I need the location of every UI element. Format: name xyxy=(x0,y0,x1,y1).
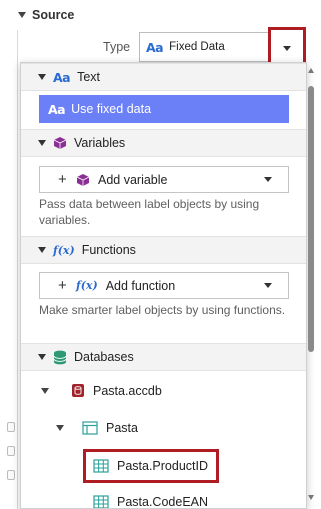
use-fixed-data-label: Use fixed data xyxy=(71,102,152,116)
popup-scrollbar[interactable] xyxy=(308,86,314,352)
expand-triangle-icon xyxy=(41,387,49,394)
category-functions-header[interactable]: f(x) Functions xyxy=(21,236,306,264)
category-label: Databases xyxy=(74,350,134,364)
functions-description: Make smarter label objects by using func… xyxy=(39,303,286,317)
tree-item-pasta-accdb[interactable]: Pasta.accdb xyxy=(41,383,162,398)
background-checkbox-icon xyxy=(7,422,15,432)
chevron-down-icon xyxy=(264,283,272,288)
database-icon xyxy=(53,350,67,364)
type-label: Type xyxy=(103,40,131,54)
scroll-down-icon[interactable] xyxy=(308,495,314,500)
background-checkbox-icon xyxy=(7,446,15,456)
add-function-button[interactable]: + f(x) Add function xyxy=(39,272,289,299)
tree-item-pasta-codeean[interactable]: Pasta.CodeEAN xyxy=(93,495,209,509)
text-aa-icon: Aa xyxy=(53,69,71,85)
background-checkbox-icon xyxy=(7,470,15,480)
text-aa-icon: Aa xyxy=(48,101,66,117)
plus-icon: + xyxy=(58,277,67,294)
use-fixed-data-item[interactable]: Aa Use fixed data xyxy=(39,95,289,123)
chevron-down-icon xyxy=(264,177,272,182)
variables-description: Pass data between label objects by using… xyxy=(39,197,260,227)
scroll-up-icon[interactable] xyxy=(308,68,314,73)
category-text-header[interactable]: Aa Text xyxy=(21,63,306,91)
add-variable-button[interactable]: + Add variable xyxy=(39,166,289,193)
tree-item-pasta-table[interactable]: Pasta xyxy=(56,421,138,435)
data-source-popup: Aa Text Aa Use fixed data Variables + Ad… xyxy=(20,62,307,509)
table-icon xyxy=(82,421,98,435)
add-function-label: Add function xyxy=(105,278,176,293)
collapse-triangle-icon xyxy=(38,247,46,253)
tree-item-label: Pasta xyxy=(106,421,138,435)
function-fx-icon: f(x) xyxy=(76,279,98,292)
function-fx-icon: f(x) xyxy=(53,243,75,257)
collapse-triangle-icon xyxy=(38,140,46,146)
chevron-down-icon xyxy=(283,45,291,51)
collapse-triangle-icon xyxy=(18,12,26,18)
cube-icon xyxy=(53,137,67,149)
cube-icon xyxy=(76,173,90,186)
text-aa-icon: Aa xyxy=(146,39,164,55)
category-label: Text xyxy=(77,70,101,84)
type-value: Fixed Data xyxy=(169,41,225,53)
expand-triangle-icon xyxy=(56,425,64,431)
highlight-box xyxy=(83,449,219,483)
category-variables-header[interactable]: Variables xyxy=(21,129,306,157)
source-section-header[interactable]: Source xyxy=(0,0,321,30)
category-label: Variables xyxy=(74,136,126,150)
access-db-icon xyxy=(72,384,84,397)
field-grid-icon xyxy=(93,495,109,508)
collapse-triangle-icon xyxy=(38,74,46,80)
category-label: Functions xyxy=(81,243,136,257)
section-title: Source xyxy=(32,8,75,22)
tree-item-label: Pasta.CodeEAN xyxy=(117,495,209,509)
left-rail xyxy=(0,30,18,509)
tree-item-label: Pasta.accdb xyxy=(93,383,162,398)
collapse-triangle-icon xyxy=(38,354,46,360)
add-variable-label: Add variable xyxy=(98,172,168,187)
plus-icon: + xyxy=(58,171,67,188)
category-databases-header[interactable]: Databases xyxy=(21,343,306,371)
